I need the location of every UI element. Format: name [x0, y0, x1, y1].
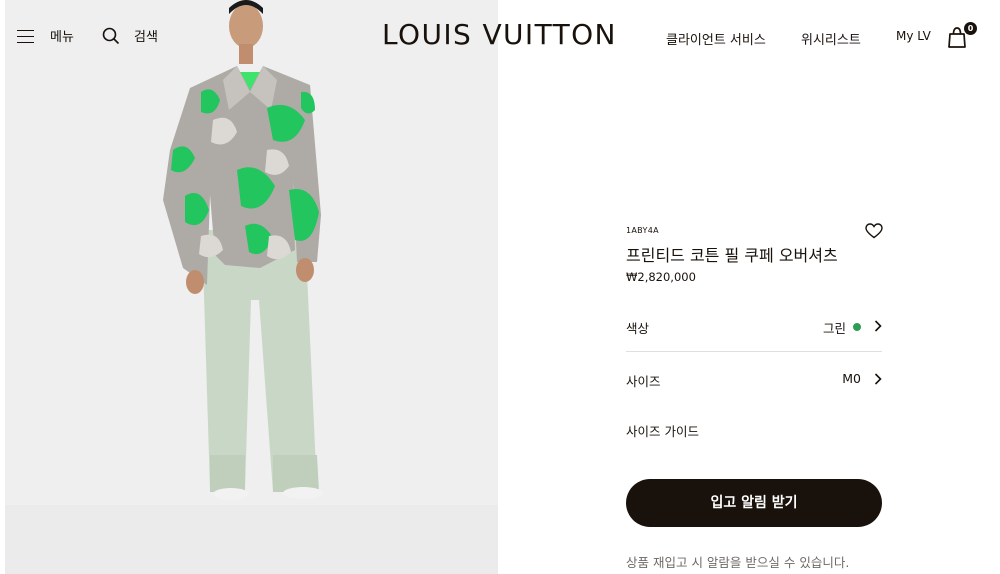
nav-client-service[interactable]: 클라이언트 서비스 [666, 29, 766, 48]
heart-icon[interactable] [865, 223, 883, 239]
model-illustration [163, 0, 323, 500]
size-guide-link[interactable]: 사이즈 가이드 [626, 421, 699, 440]
brand-logo[interactable]: LOUIS VUITTON [382, 18, 617, 51]
color-label: 색상 [626, 321, 650, 336]
bag-count-badge: 0 [964, 22, 977, 35]
divider [626, 351, 882, 352]
nav-wishlist[interactable]: 위시리스트 [801, 29, 861, 48]
site-header: 메뉴 검색 LOUIS VUITTON 클라이언트 서비스 위시리스트 My L… [0, 0, 1000, 72]
menu-label: 메뉴 [50, 30, 74, 45]
color-value: 그린 [822, 321, 846, 336]
nav-my-lv[interactable]: My LV [896, 29, 931, 43]
search-button[interactable]: 검색 [102, 26, 158, 45]
search-label: 검색 [134, 30, 158, 45]
size-selector[interactable]: 사이즈 M0 [626, 361, 882, 401]
product-price: ₩2,820,000 [626, 270, 696, 284]
shopping-bag-button[interactable]: 0 [947, 22, 977, 48]
search-icon [102, 27, 120, 44]
restock-note: 상품 재입고 시 알람을 받으실 수 있습니다. [626, 555, 850, 570]
product-title: 프린티드 코튼 필 쿠페 오버셔츠 [626, 246, 838, 265]
size-value: M0 [842, 371, 861, 386]
color-selector[interactable]: 색상 그린 [626, 308, 882, 348]
chevron-right-icon [874, 373, 882, 385]
menu-icon [17, 29, 35, 43]
product-sku: 1ABY4A [626, 226, 659, 235]
chevron-right-icon [874, 320, 882, 332]
color-swatch [853, 323, 861, 331]
menu-button[interactable]: 메뉴 [17, 26, 74, 45]
product-image[interactable] [5, 0, 498, 574]
size-label: 사이즈 [626, 374, 661, 389]
notify-me-button[interactable]: 입고 알림 받기 [626, 479, 882, 527]
